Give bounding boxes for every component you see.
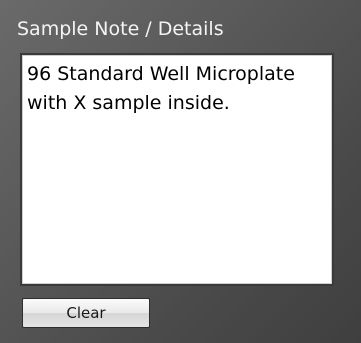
sample-note-panel: Sample Note / Details 96 Standard Well M…: [0, 0, 361, 343]
sample-note-textarea[interactable]: 96 Standard Well Microplate with X sampl…: [20, 53, 334, 286]
panel-title: Sample Note / Details: [17, 18, 224, 40]
clear-button[interactable]: Clear: [22, 298, 150, 328]
